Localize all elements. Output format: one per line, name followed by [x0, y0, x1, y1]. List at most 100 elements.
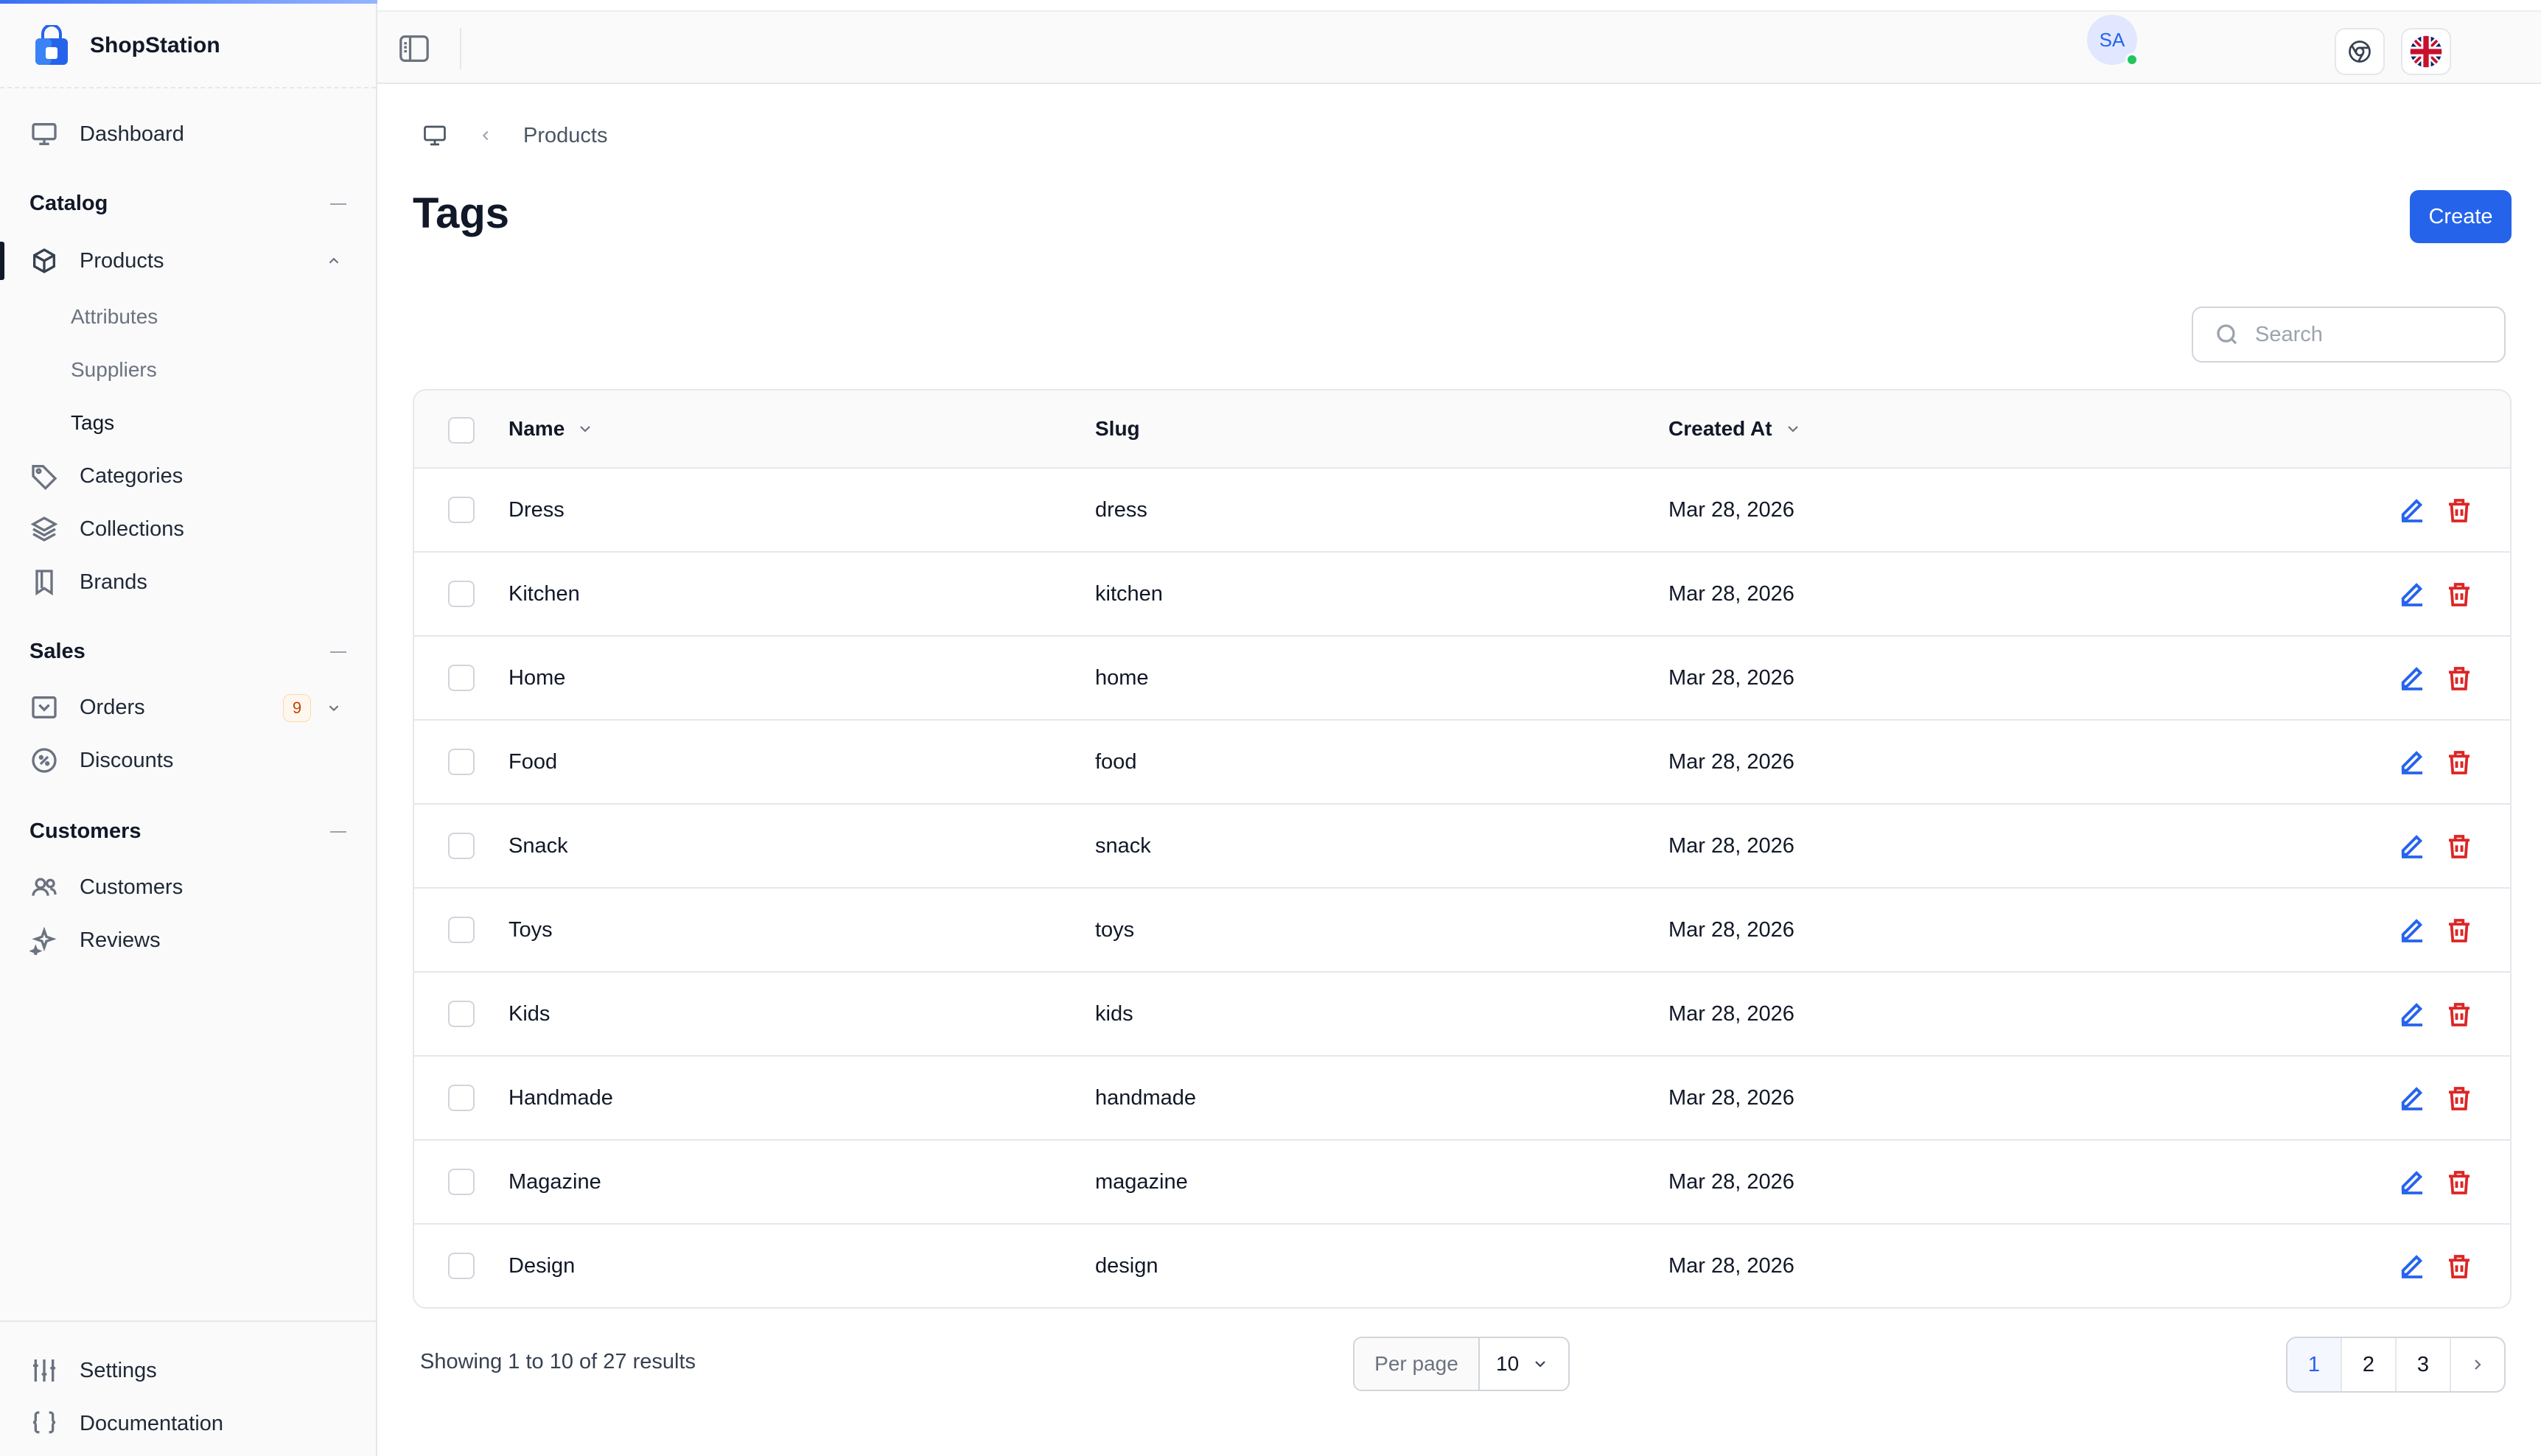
- sidebar-item-customers[interactable]: Customers: [29, 872, 183, 902]
- sidebar-item-products[interactable]: Products: [29, 246, 346, 276]
- edit-icon[interactable]: [2397, 1167, 2428, 1198]
- delete-icon[interactable]: [2444, 1167, 2475, 1198]
- edit-icon[interactable]: [2397, 495, 2428, 526]
- page-button-2[interactable]: 2: [2342, 1338, 2397, 1391]
- sidebar-item-settings[interactable]: Settings: [29, 1356, 157, 1385]
- per-page-select[interactable]: Per page 10: [1353, 1337, 1570, 1391]
- row-checkbox[interactable]: [448, 1253, 475, 1279]
- delete-icon[interactable]: [2444, 495, 2475, 526]
- brand[interactable]: ShopStation: [32, 25, 220, 66]
- table-row[interactable]: Home home Mar 28, 2026: [414, 637, 2510, 721]
- collapse-icon[interactable]: [330, 203, 346, 205]
- sidebar-item-reviews[interactable]: Reviews: [29, 925, 161, 955]
- cell-slug: toys: [1095, 918, 1135, 942]
- edit-icon[interactable]: [2397, 831, 2428, 862]
- cell-created-at: Mar 28, 2026: [1668, 582, 1794, 606]
- table-row[interactable]: Toys toys Mar 28, 2026: [414, 889, 2510, 973]
- row-checkbox[interactable]: [448, 917, 475, 943]
- column-header-label: Slug: [1095, 417, 1140, 440]
- sidebar-item-discounts[interactable]: Discounts: [29, 746, 173, 775]
- row-checkbox[interactable]: [448, 1001, 475, 1027]
- collapse-icon[interactable]: [330, 651, 346, 653]
- table-row[interactable]: Kids kids Mar 28, 2026: [414, 973, 2510, 1057]
- table-row[interactable]: Dress dress Mar 28, 2026: [414, 469, 2510, 553]
- language-switcher[interactable]: [2401, 28, 2451, 75]
- monitor-icon[interactable]: [422, 122, 448, 149]
- column-header-label: Created At: [1668, 417, 1772, 440]
- create-button[interactable]: Create: [2410, 190, 2512, 243]
- edit-icon[interactable]: [2397, 1251, 2428, 1282]
- sidebar-item-brands[interactable]: Brands: [29, 567, 147, 597]
- row-checkbox[interactable]: [448, 1085, 475, 1111]
- sidebar-item-attributes[interactable]: Attributes: [71, 305, 158, 329]
- column-header-name[interactable]: Name: [508, 417, 594, 441]
- collapse-icon[interactable]: [330, 830, 346, 833]
- table-row[interactable]: Magazine magazine Mar 28, 2026: [414, 1141, 2510, 1225]
- row-checkbox[interactable]: [448, 497, 475, 523]
- sidebar-item-documentation[interactable]: Documentation: [29, 1409, 223, 1438]
- per-page-label: Per page: [1355, 1338, 1480, 1390]
- row-checkbox[interactable]: [448, 581, 475, 607]
- edit-icon[interactable]: [2397, 1083, 2428, 1114]
- breadcrumb-products-link[interactable]: Products: [523, 124, 607, 148]
- browser-button[interactable]: [2335, 28, 2385, 75]
- delete-icon[interactable]: [2444, 999, 2475, 1030]
- page-button-3[interactable]: 3: [2397, 1338, 2451, 1391]
- page-button-1[interactable]: 1: [2287, 1338, 2342, 1391]
- table-row[interactable]: Food food Mar 28, 2026: [414, 721, 2510, 805]
- sidebar-item-collections[interactable]: Collections: [29, 514, 184, 544]
- table-row[interactable]: Handmade handmade Mar 28, 2026: [414, 1057, 2510, 1141]
- cell-created-at: Mar 28, 2026: [1668, 666, 1794, 690]
- search-icon: [2217, 324, 2237, 345]
- row-checkbox[interactable]: [448, 665, 475, 691]
- select-all-checkbox[interactable]: [448, 417, 475, 444]
- row-checkbox[interactable]: [448, 749, 475, 775]
- delete-icon[interactable]: [2444, 1251, 2475, 1282]
- next-page-button[interactable]: [2451, 1338, 2504, 1391]
- row-checkbox[interactable]: [448, 1169, 475, 1195]
- delete-icon[interactable]: [2444, 579, 2475, 610]
- sidebar-item-categories[interactable]: Categories: [29, 461, 183, 491]
- delete-icon[interactable]: [2444, 663, 2475, 694]
- delete-icon[interactable]: [2444, 1083, 2475, 1114]
- column-header-created-at[interactable]: Created At: [1668, 417, 1802, 441]
- edit-icon[interactable]: [2397, 999, 2428, 1030]
- edit-icon[interactable]: [2397, 747, 2428, 778]
- sidebar-item-label: Brands: [80, 570, 147, 594]
- sidebar-item-tags[interactable]: Tags: [71, 411, 114, 435]
- sidebar-item-orders[interactable]: Orders: [29, 693, 145, 722]
- section-catalog[interactable]: Catalog: [29, 192, 346, 216]
- chevron-left-icon: [482, 130, 489, 141]
- table-row[interactable]: Snack snack Mar 28, 2026: [414, 805, 2510, 889]
- chevron-down-icon[interactable]: [326, 700, 342, 716]
- section-sales[interactable]: Sales: [29, 640, 346, 664]
- delete-icon[interactable]: [2444, 747, 2475, 778]
- chevron-up-icon[interactable]: [326, 253, 342, 269]
- sparkles-icon: [29, 926, 57, 955]
- table-row[interactable]: Kitchen kitchen Mar 28, 2026: [414, 553, 2510, 637]
- sidebar-toggle-icon[interactable]: [398, 34, 430, 63]
- cell-slug: design: [1095, 1254, 1158, 1278]
- edit-icon[interactable]: [2397, 579, 2428, 610]
- sidebar-item-label: Settings: [80, 1358, 157, 1382]
- delete-icon[interactable]: [2444, 915, 2475, 946]
- cell-name: Magazine: [508, 1170, 601, 1194]
- sidebar-item-label: Discounts: [80, 748, 174, 772]
- per-page-dropdown[interactable]: 10: [1480, 1338, 1568, 1390]
- search-input[interactable]: [2255, 322, 2476, 347]
- cell-created-at: Mar 28, 2026: [1668, 1002, 1794, 1026]
- table-row[interactable]: Design design Mar 28, 2026: [414, 1225, 2510, 1307]
- sidebar-item-suppliers[interactable]: Suppliers: [71, 358, 157, 382]
- edit-icon[interactable]: [2397, 663, 2428, 694]
- sidebar-item-dashboard[interactable]: Dashboard: [29, 119, 184, 149]
- section-customers[interactable]: Customers: [29, 819, 346, 844]
- edit-icon[interactable]: [2397, 915, 2428, 946]
- row-checkbox[interactable]: [448, 833, 475, 859]
- cell-name: Toys: [508, 918, 553, 942]
- search-box[interactable]: [2192, 307, 2506, 363]
- delete-icon[interactable]: [2444, 831, 2475, 862]
- loading-progress-bar: [0, 0, 377, 4]
- results-summary: Showing 1 to 10 of 27 results: [420, 1350, 696, 1373]
- cell-slug: snack: [1095, 834, 1151, 858]
- sidebar: ShopStation Dashboard Catalog Products A…: [0, 0, 377, 1456]
